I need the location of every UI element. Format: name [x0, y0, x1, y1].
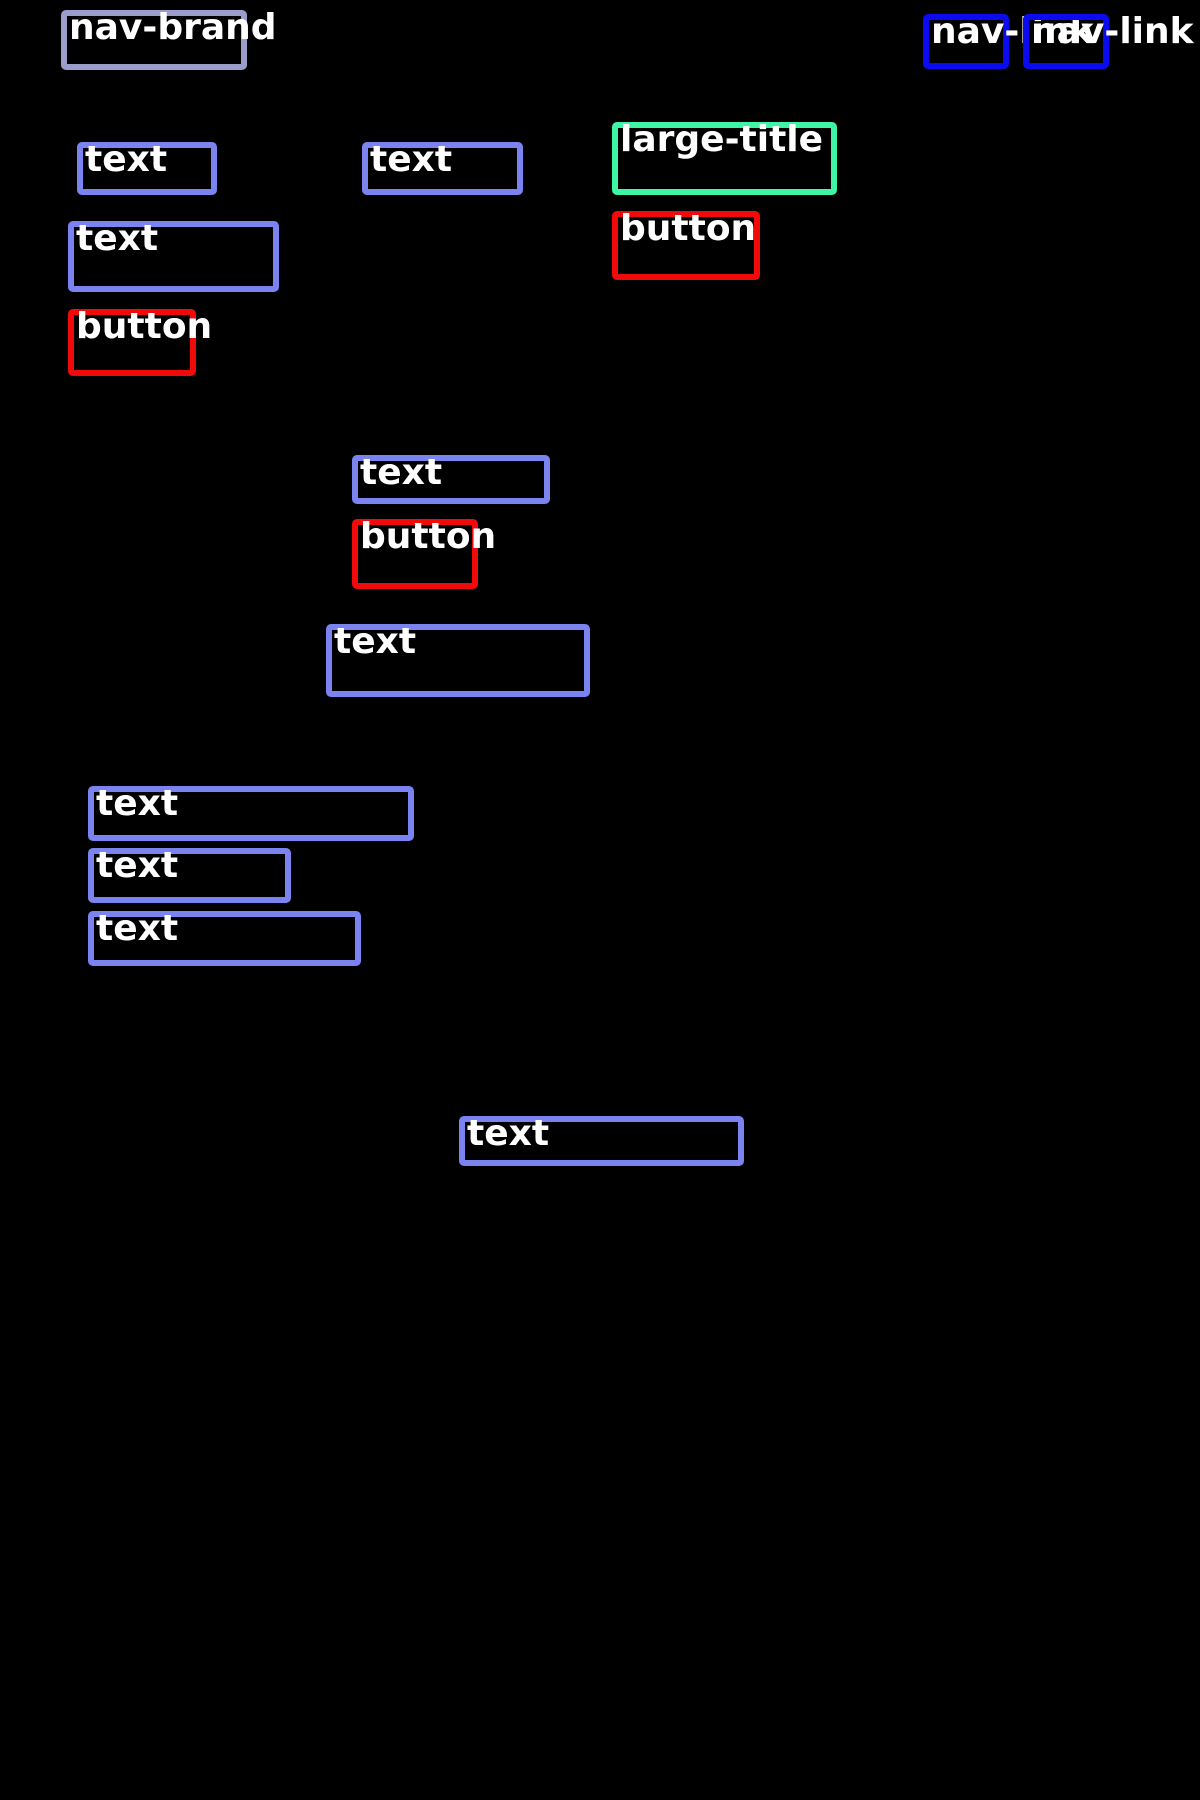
nav-link-1[interactable]: nav-link	[923, 14, 1094, 69]
hero-button[interactable]: button	[612, 211, 760, 280]
list-item-1: text	[88, 786, 414, 841]
left-button[interactable]: button	[68, 309, 212, 376]
left-text-2: text	[68, 221, 279, 292]
large-title: large-title	[612, 122, 837, 195]
center-text: text	[326, 624, 590, 697]
nav-brand[interactable]: nav-brand	[61, 10, 277, 70]
left-text-1: text	[77, 142, 217, 195]
list-item-2: text	[88, 848, 291, 903]
middle-top-text: text	[362, 142, 523, 195]
hero-button-label: button	[620, 208, 757, 249]
middle-top-text-label: text	[370, 139, 453, 180]
center-block-button-label: button	[360, 516, 497, 557]
large-title-label: large-title	[620, 119, 824, 160]
left-text-1-label: text	[85, 139, 168, 180]
bottom-text: text	[459, 1116, 744, 1166]
list-item-3: text	[88, 911, 361, 966]
center-block-text-label: text	[360, 452, 443, 493]
nav-link-2[interactable]: nav-link	[1023, 14, 1194, 69]
list-item-2-label: text	[96, 845, 179, 886]
center-block-text: text	[352, 455, 550, 504]
bottom-text-label: text	[467, 1113, 550, 1154]
nav-link-2-label: nav-link	[1031, 11, 1194, 52]
nav-brand-label: nav-brand	[69, 7, 277, 48]
center-text-label: text	[334, 621, 417, 662]
list-item-3-label: text	[96, 908, 179, 949]
list-item-1-label: text	[96, 783, 179, 824]
left-text-2-label: text	[76, 218, 159, 259]
center-block-button[interactable]: button	[352, 519, 496, 589]
left-button-label: button	[76, 306, 213, 347]
